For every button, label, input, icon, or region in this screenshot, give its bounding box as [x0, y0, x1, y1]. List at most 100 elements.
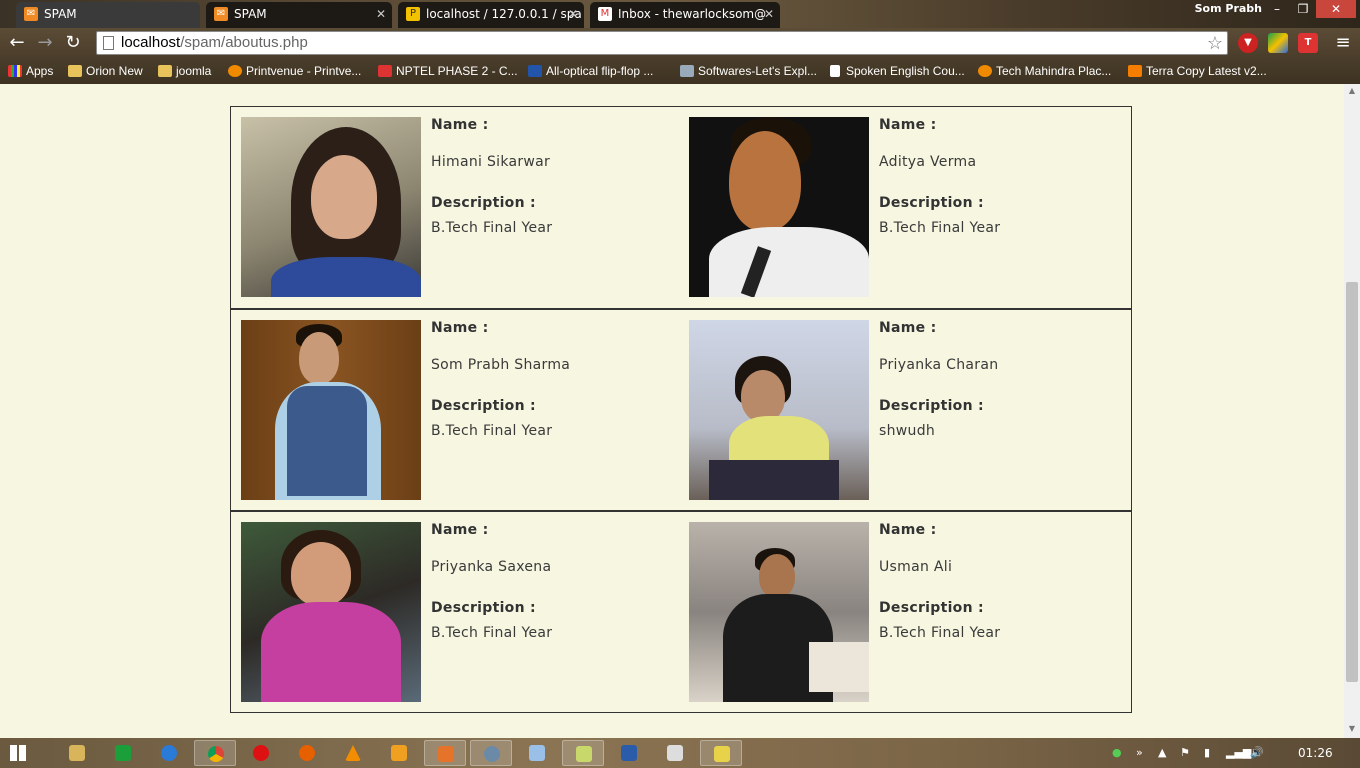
taskbar-network[interactable]	[470, 740, 512, 766]
network-tool-icon	[484, 746, 500, 762]
spam-favicon-icon: ✉	[24, 7, 38, 21]
action-center-flag-icon[interactable]: ⚑	[1180, 746, 1190, 759]
tab-spam[interactable]: ✉ SPAM ✕	[206, 2, 392, 28]
member-name: Usman Ali	[879, 559, 953, 575]
taskbar-ie[interactable]	[148, 740, 190, 766]
folder-icon	[68, 65, 82, 77]
show-hidden-icons-icon[interactable]: ▲	[1158, 746, 1166, 759]
description-label: Description :	[431, 195, 536, 211]
taskbar-calculator[interactable]	[654, 740, 696, 766]
member-card: Name : Priyanka Saxena Description : B.T…	[241, 522, 681, 702]
name-label: Name :	[431, 320, 489, 336]
calculator-icon	[667, 745, 683, 761]
name-label: Name :	[879, 320, 937, 336]
windows-taskbar: ● » ▲ ⚑ ▮ ▂▄▆ 🔊 01:26	[0, 738, 1360, 768]
browser-toolbar: ← → ↻ localhost/spam/aboutus.php ☆ ▼ T ≡	[0, 28, 1360, 58]
bookmark-terra-copy[interactable]: Terra Copy Latest v2...	[1128, 62, 1267, 80]
taskbar-opera[interactable]	[240, 740, 282, 766]
store-icon	[115, 745, 131, 761]
tray-app-icon[interactable]: ●	[1112, 746, 1122, 759]
taskbar-firefox[interactable]	[286, 740, 328, 766]
scroll-thumb[interactable]	[1346, 282, 1358, 682]
bookmark-orion-new[interactable]: Orion New	[68, 62, 143, 80]
tab-gmail[interactable]: M Inbox - thewarlocksom@ ✕	[590, 2, 780, 28]
member-photo	[689, 117, 869, 297]
url-host: localhost	[121, 34, 181, 51]
bookmark-label: Printvenue - Printve...	[246, 64, 362, 78]
taskbar-notes[interactable]	[516, 740, 558, 766]
name-label: Name :	[879, 117, 937, 133]
tab-spam-active[interactable]: ✉ SPAM	[16, 2, 200, 28]
taskbar-explorer[interactable]	[56, 740, 98, 766]
member-photo	[241, 522, 421, 702]
member-card: Name : Himani Sikarwar Description : B.T…	[241, 117, 681, 297]
team-row: Name : Himani Sikarwar Description : B.T…	[231, 107, 1131, 308]
vertical-scrollbar[interactable]: ▲ ▼	[1344, 84, 1360, 738]
folder-icon	[158, 65, 172, 77]
google-drive-icon[interactable]	[1268, 33, 1288, 53]
close-icon[interactable]: ✕	[568, 2, 578, 26]
profile-name[interactable]: Som Prabh	[1195, 2, 1262, 15]
taskbar-vlc[interactable]	[332, 740, 374, 766]
close-icon[interactable]: ✕	[376, 2, 386, 26]
translate-extension-icon[interactable]: T	[1298, 33, 1318, 53]
team-row: Name : Priyanka Saxena Description : B.T…	[231, 510, 1131, 712]
bookmark-softwares[interactable]: Softwares-Let's Expl...	[680, 62, 817, 80]
extension-download-icon[interactable]: ▼	[1238, 33, 1258, 53]
forward-arrow-icon[interactable]: →	[34, 32, 56, 54]
tab-label: localhost / 127.0.0.1 / spa	[426, 7, 582, 21]
opera-icon	[253, 745, 269, 761]
windows-start-icon[interactable]	[10, 745, 26, 761]
member-name: Priyanka Charan	[879, 357, 999, 373]
member-name: Som Prabh Sharma	[431, 357, 571, 373]
bookmark-spoken-english[interactable]: Spoken English Cou...	[828, 62, 965, 80]
back-arrow-icon[interactable]: ←	[6, 32, 28, 54]
phpmyadmin-favicon-icon: P	[406, 7, 420, 21]
tab-phpmyadmin[interactable]: P localhost / 127.0.0.1 / spa ✕	[398, 2, 584, 28]
member-description: B.Tech Final Year	[879, 220, 1001, 236]
taskbar-word[interactable]	[608, 740, 650, 766]
taskbar-chrome[interactable]	[194, 740, 236, 766]
bookmark-printvenue[interactable]: Printvenue - Printve...	[228, 62, 361, 80]
gmail-favicon-icon: M	[598, 7, 612, 21]
close-icon[interactable]: ✕	[764, 2, 774, 26]
bookmark-label: Terra Copy Latest v2...	[1146, 64, 1267, 78]
team-row: Name : Som Prabh Sharma Description : B.…	[231, 308, 1131, 510]
bookmark-all-optical[interactable]: All-optical flip-flop ...	[528, 62, 653, 80]
reload-icon[interactable]: ↻	[62, 32, 84, 54]
tray-overflow-icon[interactable]: »	[1136, 746, 1143, 759]
bookmark-label: All-optical flip-flop ...	[546, 64, 654, 78]
printvenue-icon	[228, 65, 242, 77]
bookmark-tech-mahindra[interactable]: Tech Mahindra Plac...	[978, 62, 1111, 80]
bookmark-label: Softwares-Let's Expl...	[698, 64, 818, 78]
minimize-icon[interactable]: –	[1264, 0, 1290, 18]
word-icon	[621, 745, 637, 761]
window-close-icon[interactable]: ✕	[1316, 0, 1356, 18]
bookmark-joomla[interactable]: joomla	[158, 62, 211, 80]
taskbar-messenger[interactable]	[700, 740, 742, 766]
menu-icon[interactable]: ≡	[1332, 32, 1354, 54]
taskbar-media[interactable]	[378, 740, 420, 766]
taskbar-clock[interactable]: 01:26	[1298, 746, 1333, 760]
description-label: Description :	[879, 195, 984, 211]
scroll-down-icon[interactable]: ▼	[1347, 724, 1357, 734]
scroll-up-icon[interactable]: ▲	[1347, 86, 1357, 96]
restore-icon[interactable]: ❐	[1290, 0, 1316, 18]
volume-icon[interactable]: 🔊	[1250, 746, 1264, 759]
bookmarks-bar: Apps Orion New joomla Printvenue - Print…	[0, 58, 1360, 84]
battery-icon[interactable]: ▮	[1204, 746, 1210, 759]
page-icon	[103, 36, 114, 50]
bookmark-apps[interactable]: Apps	[8, 62, 53, 80]
taskbar-notepad[interactable]	[562, 740, 604, 766]
address-bar[interactable]: localhost/spam/aboutus.php ☆	[96, 31, 1228, 55]
tab-label: Inbox - thewarlocksom@	[618, 7, 767, 21]
description-label: Description :	[431, 600, 536, 616]
bookmark-nptel[interactable]: NPTEL PHASE 2 - C...	[378, 62, 518, 80]
bookmark-star-icon[interactable]: ☆	[1207, 32, 1223, 54]
bookmark-label: Tech Mahindra Plac...	[996, 64, 1112, 78]
notepad-icon	[576, 746, 592, 762]
wifi-signal-icon[interactable]: ▂▄▆	[1226, 746, 1251, 759]
taskbar-store[interactable]	[102, 740, 144, 766]
taskbar-xampp[interactable]	[424, 740, 466, 766]
description-label: Description :	[879, 600, 984, 616]
